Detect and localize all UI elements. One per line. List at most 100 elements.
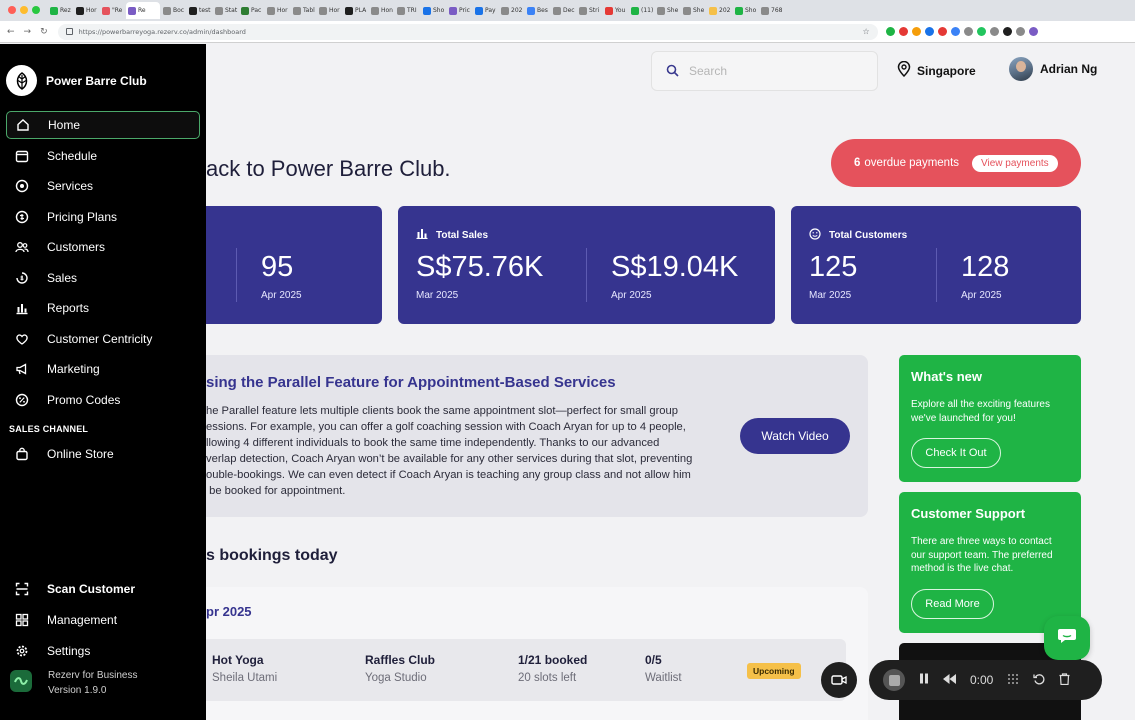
recording-time: 0:00 <box>970 673 994 687</box>
browser-tab[interactable]: She <box>655 2 680 19</box>
search-input[interactable] <box>689 64 859 78</box>
browser-extension-icon[interactable] <box>885 27 895 36</box>
browser-extension-icon[interactable] <box>950 27 960 36</box>
browser-tab[interactable]: 202 <box>707 2 732 19</box>
rewind-icon[interactable] <box>943 673 956 687</box>
sidebar-item-scan-customer[interactable]: Scan Customer <box>6 575 200 603</box>
search-box[interactable] <box>651 51 878 91</box>
browser-extension-icon[interactable] <box>976 27 986 36</box>
browser-tab[interactable]: Tabl <box>291 2 316 19</box>
browser-tab[interactable]: She <box>681 2 706 19</box>
close-window-button[interactable] <box>8 6 16 14</box>
browser-tab[interactable]: Pay <box>473 2 498 19</box>
sidebar-item-sales[interactable]: Sales <box>6 264 200 292</box>
sidebar-item-management[interactable]: Management <box>6 606 200 634</box>
browser-tab[interactable]: Boc <box>161 2 186 19</box>
user-menu[interactable]: Adrian Ng <box>1009 57 1097 81</box>
browser-extension-icon[interactable] <box>1028 27 1038 36</box>
browser-extension-icon[interactable] <box>937 27 947 36</box>
feature-line: verlap detection, Coach Aryan won’t be a… <box>206 453 693 465</box>
stat-period: Apr 2025 <box>961 290 1002 301</box>
camera-toggle-button[interactable] <box>821 662 857 698</box>
sidebar-item-settings[interactable]: Settings <box>6 637 200 665</box>
booking-row[interactable]: Hot Yoga Sheila Utami Raffles Club Yoga … <box>206 639 846 701</box>
trash-icon[interactable] <box>1059 672 1070 688</box>
grip-dots-icon[interactable] <box>1007 673 1019 688</box>
browser-tab[interactable]: 768 <box>759 2 784 19</box>
restart-icon[interactable] <box>1033 673 1045 688</box>
browser-tab[interactable]: PLA <box>343 2 368 19</box>
browser-tab[interactable]: Re <box>126 2 160 19</box>
sidebar-item-label: Marketing <box>47 362 100 376</box>
sidebar-item-home[interactable]: Home <box>6 111 200 139</box>
reload-icon[interactable]: ↻ <box>40 27 48 37</box>
sidebar-item-schedule[interactable]: Schedule <box>6 142 200 170</box>
browser-tab[interactable]: Pac <box>239 2 264 19</box>
browser-tab[interactable]: Stri <box>577 2 602 19</box>
browser-tab[interactable]: TRI <box>395 2 420 19</box>
read-more-button[interactable]: Read More <box>911 589 994 619</box>
browser-extension-icon[interactable] <box>963 27 973 36</box>
sidebar-item-promo-codes[interactable]: Promo Codes <box>6 386 200 414</box>
sidebar-item-pricing-plans[interactable]: Pricing Plans <box>6 203 200 231</box>
welcome-heading: ack to Power Barre Club. <box>206 156 451 181</box>
watch-video-button[interactable]: Watch Video <box>740 418 850 454</box>
live-chat-button[interactable] <box>1044 616 1090 660</box>
sidebar-item-label: Settings <box>47 644 91 658</box>
browser-tab[interactable]: (11) <box>629 2 654 19</box>
browser-tab[interactable]: Bes <box>525 2 550 19</box>
browser-tab[interactable]: You <box>603 2 628 19</box>
check-it-out-button[interactable]: Check It Out <box>911 438 1001 468</box>
browser-extension-icon[interactable] <box>1015 27 1025 36</box>
stop-recording-button[interactable] <box>883 669 905 691</box>
location-name: Raffles Club <box>365 653 436 667</box>
browser-extension-icon[interactable] <box>911 27 921 36</box>
browser-extension-icon[interactable] <box>898 27 908 36</box>
tab-favicon-icon <box>449 6 457 15</box>
browser-tab[interactable]: Hor <box>265 2 290 19</box>
tab-label: Rez <box>60 7 71 14</box>
tab-favicon-icon <box>371 6 379 15</box>
browser-tab[interactable]: Rez <box>48 2 73 19</box>
browser-tab[interactable]: test <box>187 2 212 19</box>
url-bar[interactable]: https://powerbarreyoga.rezerv.co/admin/d… <box>57 23 878 40</box>
tab-favicon-icon <box>267 6 275 15</box>
brand[interactable]: Power Barre Club <box>6 65 147 96</box>
browser-tab[interactable]: "Re <box>100 2 125 19</box>
browser-extension-icon[interactable] <box>1002 27 1012 36</box>
browser-tab[interactable]: Sho <box>421 2 446 19</box>
back-arrow-icon[interactable]: ← <box>7 27 15 37</box>
location-selector[interactable]: Singapore <box>897 60 976 80</box>
browser-tab[interactable]: Sho <box>733 2 758 19</box>
sidebar-item-online-store[interactable]: Online Store <box>6 440 200 468</box>
sidebar-item-customer-centricity[interactable]: Customer Centricity <box>6 325 200 353</box>
sidebar-item-marketing[interactable]: Marketing <box>6 355 200 383</box>
browser-extension-icon[interactable] <box>924 27 934 36</box>
browser-tab[interactable]: Pric <box>447 2 472 19</box>
browser-tab[interactable]: Stat <box>213 2 238 19</box>
browser-tab[interactable]: Hor <box>74 2 99 19</box>
browser-extension-icon[interactable] <box>989 27 999 36</box>
smiley-icon <box>809 228 821 243</box>
browser-tab[interactable]: Dec <box>551 2 576 19</box>
status-badge: Upcoming <box>747 663 801 679</box>
tab-favicon-icon <box>241 6 249 15</box>
sidebar-item-services[interactable]: Services <box>6 172 200 200</box>
tab-favicon-icon <box>475 6 483 15</box>
minimize-window-button[interactable] <box>20 6 28 14</box>
sidebar-item-label: Management <box>47 613 118 627</box>
browser-tab[interactable]: Hor <box>317 2 342 19</box>
site-info-icon[interactable] <box>65 28 73 35</box>
sidebar-item-reports[interactable]: Reports <box>6 294 200 322</box>
app-version: Version 1.9.0 <box>48 685 107 696</box>
view-payments-button[interactable]: View payments <box>972 154 1058 172</box>
tab-label: Boc <box>173 7 185 14</box>
browser-tab[interactable]: Hon <box>369 2 394 19</box>
forward-arrow-icon[interactable]: → <box>24 27 32 37</box>
browser-tab[interactable]: 202 <box>499 2 524 19</box>
maximize-window-button[interactable] <box>32 6 40 14</box>
sidebar-item-customers[interactable]: Customers <box>6 233 200 261</box>
pause-icon[interactable] <box>919 673 929 687</box>
bookmark-star-icon[interactable]: ☆ <box>862 27 869 36</box>
sidebar-item-label: Reports <box>47 301 90 315</box>
